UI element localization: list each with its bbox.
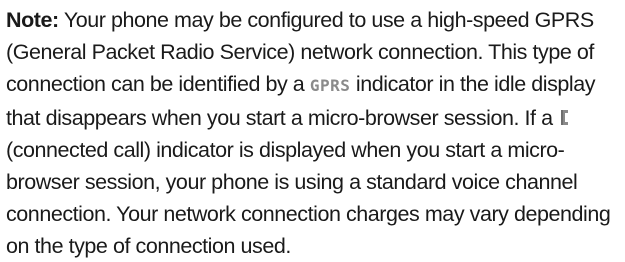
gprs-indicator-icon: GPRS: [309, 76, 351, 95]
note-text-part-3: (connected call) indicator is displayed …: [6, 138, 611, 258]
note-paragraph: Note: Your phone may be configured to us…: [0, 0, 625, 258]
connected-call-icon: [559, 109, 570, 126]
note-label: Note:: [6, 8, 59, 32]
